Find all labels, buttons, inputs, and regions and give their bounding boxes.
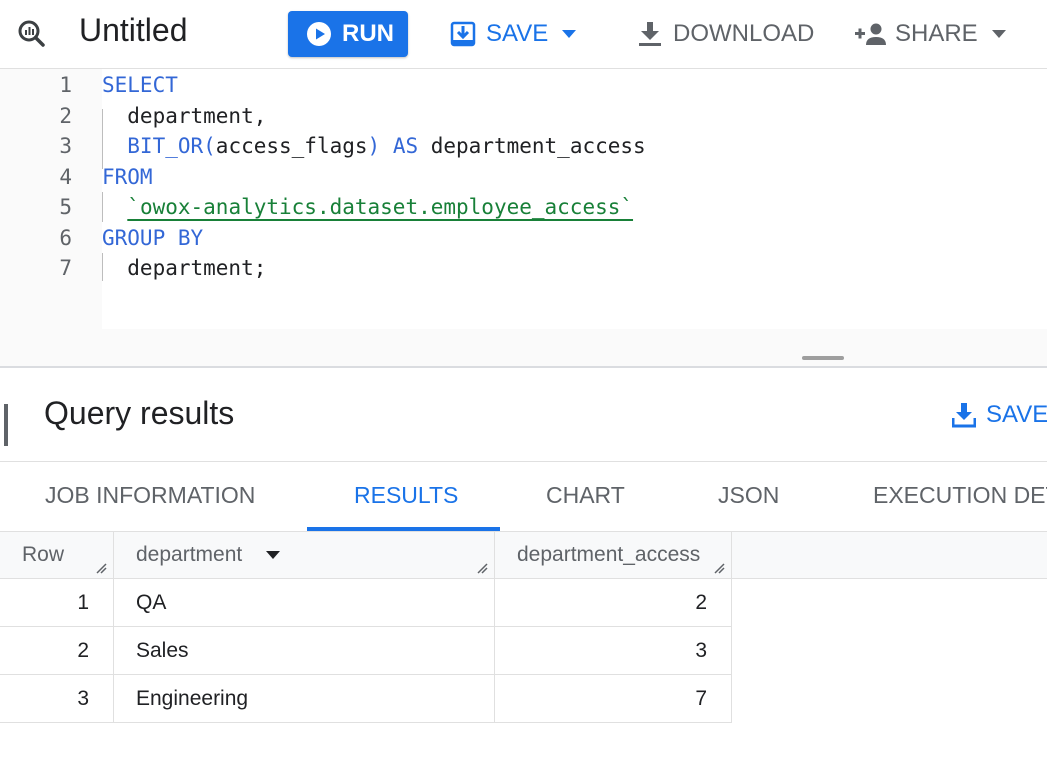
column-resize-icon[interactable] — [713, 562, 725, 574]
column-resize-icon[interactable] — [476, 562, 488, 574]
code-line[interactable]: 3 BIT_OR(access_flags) AS department_acc… — [0, 131, 1047, 161]
code-text: `owox-analytics.dataset.employee_access` — [102, 192, 633, 222]
line-number: 6 — [59, 225, 72, 250]
results-tabs: JOB INFORMATION RESULTS CHART JSON EXECU… — [0, 462, 1047, 532]
row-number-cell: 2 — [0, 627, 114, 674]
tab-execution-details[interactable]: EXECUTION DET — [873, 482, 1047, 509]
table-header: Row department department_access — [0, 532, 1047, 579]
share-button[interactable]: SHARE — [855, 16, 1006, 52]
share-label: SHARE — [895, 20, 978, 47]
code-token: access_flags — [215, 134, 368, 158]
table-row: 1 QA 2 — [0, 579, 732, 627]
row-number-cell: 1 — [0, 579, 114, 626]
download-button[interactable]: DOWNLOAD — [637, 16, 814, 52]
sql-editor[interactable]: 1 SELECT 2 department, 3 BIT_OR(access_flag… — [0, 69, 1047, 367]
query-results-title: Query results — [44, 395, 235, 431]
row-number-cell: 3 — [0, 675, 114, 722]
code-text: GROUP BY — [102, 223, 203, 253]
code-line[interactable]: 7 department; — [0, 253, 1047, 283]
download-icon — [639, 22, 661, 46]
department-cell[interactable]: Engineering — [114, 675, 495, 722]
code-line[interactable]: 1 SELECT — [0, 70, 1047, 100]
tab-chart[interactable]: CHART — [546, 482, 625, 509]
chevron-down-icon — [991, 30, 1006, 38]
code-line[interactable]: 6 GROUP BY — [0, 223, 1047, 253]
query-title[interactable]: Untitled — [79, 12, 188, 49]
column-header-label: department — [136, 543, 243, 566]
tab-job-information[interactable]: JOB INFORMATION — [45, 482, 255, 509]
chevron-down-icon — [562, 30, 577, 38]
save-results-icon — [952, 403, 976, 428]
department-cell[interactable]: QA — [114, 579, 495, 626]
department-cell[interactable]: Sales — [114, 627, 495, 674]
code-token: FROM — [102, 164, 153, 189]
query-magnifier-icon — [18, 20, 45, 47]
line-number: 3 — [59, 134, 72, 158]
table-row: 2 Sales 3 — [0, 627, 732, 675]
code-line[interactable]: 2 department, — [0, 101, 1047, 131]
query-toolbar: Untitled RUN SAVE DOWNLOAD SHARE — [0, 0, 1047, 69]
line-number: 4 — [59, 164, 72, 189]
column-header-row[interactable]: Row — [0, 532, 114, 578]
code-text: SELECT — [102, 70, 178, 100]
save-query-label: SAVE — [486, 20, 549, 47]
line-number: 5 — [59, 195, 72, 219]
column-header-label: department_access — [517, 543, 701, 566]
save-icon — [450, 21, 476, 47]
code-text: department; — [102, 253, 266, 283]
line-number: 2 — [59, 103, 72, 128]
code-line[interactable]: 4 FROM — [0, 162, 1047, 192]
editor-divider[interactable] — [0, 366, 1047, 368]
column-resize-icon[interactable] — [95, 562, 107, 574]
code-token: AS — [380, 134, 431, 158]
column-header-label: Row — [22, 543, 65, 566]
department-access-cell[interactable]: 3 — [495, 627, 732, 674]
panel-drag-bar[interactable] — [4, 404, 8, 446]
editor-resize-handle[interactable] — [802, 356, 844, 360]
code-text: FROM — [102, 162, 153, 192]
save-results-label: SAVE — [986, 401, 1047, 428]
code-token: `owox-analytics.dataset.employee_access` — [127, 195, 634, 219]
add-person-icon — [855, 23, 886, 45]
code-token: ) — [367, 134, 381, 158]
column-header-department[interactable]: department — [114, 532, 495, 578]
code-line[interactable]: 5 `owox-analytics.dataset.employee_acces… — [0, 192, 1047, 222]
tab-json[interactable]: JSON — [718, 482, 779, 509]
run-button[interactable]: RUN — [288, 11, 408, 57]
run-button-label: RUN — [342, 20, 394, 47]
save-results-button[interactable]: SAVE — [952, 401, 1047, 429]
code-text: department, — [102, 101, 266, 131]
sort-down-icon[interactable] — [266, 551, 281, 560]
department-access-cell[interactable]: 7 — [495, 675, 732, 722]
line-number: 1 — [59, 73, 72, 97]
column-header-department-access[interactable]: department_access — [495, 532, 732, 578]
code-token: department; — [102, 256, 267, 280]
department-access-cell[interactable]: 2 — [495, 579, 732, 626]
code-token: department, — [102, 103, 267, 128]
table-row: 3 Engineering 7 — [0, 675, 732, 723]
code-token: GROUP BY — [102, 225, 204, 250]
download-label: DOWNLOAD — [673, 20, 815, 47]
code-token: department_access — [430, 134, 646, 158]
code-text: BIT_OR(access_flags) AS department_acces… — [102, 131, 646, 161]
code-token: SELECT — [102, 73, 178, 97]
play-icon — [307, 22, 331, 46]
code-token: BIT_OR( — [102, 134, 216, 158]
line-number: 7 — [59, 256, 72, 280]
tab-results[interactable]: RESULTS — [354, 482, 458, 509]
save-query-button[interactable]: SAVE — [450, 16, 577, 52]
